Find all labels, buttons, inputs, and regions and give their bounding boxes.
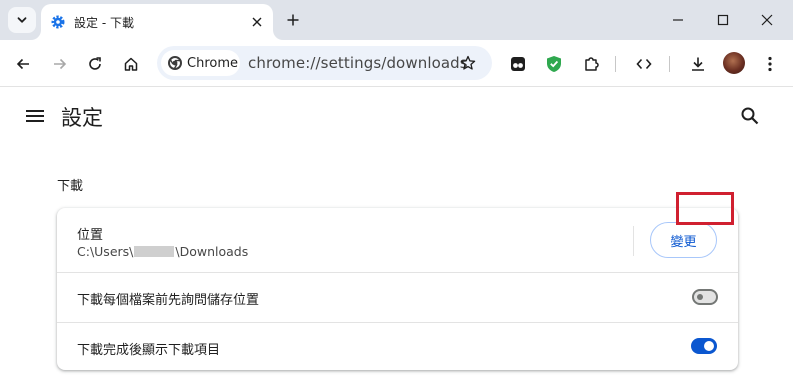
highlight-annotation bbox=[676, 192, 734, 225]
forward-button[interactable] bbox=[46, 50, 74, 78]
ask-location-toggle[interactable] bbox=[692, 289, 718, 305]
maximize-button[interactable] bbox=[709, 6, 737, 34]
close-icon bbox=[761, 14, 773, 26]
chrome-menu-button[interactable] bbox=[756, 50, 784, 78]
show-downloads-toggle[interactable] bbox=[691, 338, 717, 354]
path-suffix: \Downloads bbox=[175, 244, 249, 259]
reload-icon bbox=[89, 57, 101, 70]
tab-title: 設定 - 下載 bbox=[74, 16, 134, 30]
browser-toolbar: Chrome chrome://settings/downloads bbox=[0, 40, 793, 87]
chrome-logo-icon bbox=[168, 56, 182, 70]
address-bar[interactable]: Chrome chrome://settings/downloads bbox=[157, 46, 492, 80]
download-icon bbox=[692, 57, 704, 71]
page-title: 設定 bbox=[61, 106, 103, 130]
show-downloads-row[interactable]: 下載完成後顯示下載項目 bbox=[57, 323, 738, 370]
location-path: C:\Users\ \Downloads bbox=[77, 244, 248, 259]
row-separator bbox=[633, 226, 634, 256]
hamburger-menu-icon[interactable] bbox=[24, 106, 46, 126]
active-tab[interactable]: 設定 - 下載 bbox=[41, 4, 273, 40]
tampermonkey-icon bbox=[511, 57, 525, 71]
toggle-knob bbox=[704, 341, 714, 351]
search-icon[interactable] bbox=[739, 105, 761, 127]
more-vertical-icon bbox=[768, 56, 772, 72]
back-button[interactable] bbox=[9, 50, 37, 78]
minimize-button[interactable] bbox=[664, 6, 692, 34]
location-label: 位置 bbox=[77, 228, 104, 243]
extensions-button[interactable] bbox=[577, 50, 605, 78]
extension-shield-button[interactable] bbox=[540, 50, 568, 78]
gear-icon bbox=[51, 15, 65, 29]
extension-tampermonkey-button[interactable] bbox=[504, 50, 532, 78]
home-icon bbox=[124, 57, 138, 71]
star-icon bbox=[460, 55, 476, 70]
settings-page: 設定 下載 位置 C:\Users\ \Downloads 變更 下載每個檔案前先… bbox=[0, 88, 793, 388]
ask-location-label: 下載每個檔案前先詢問儲存位置 bbox=[77, 293, 260, 308]
arrow-left-icon bbox=[16, 58, 29, 70]
downloads-settings-card: 位置 C:\Users\ \Downloads 變更 下載每個檔案前先詢問儲存位置… bbox=[57, 208, 738, 370]
developer-tools-button[interactable] bbox=[630, 50, 658, 78]
code-icon bbox=[636, 58, 652, 70]
shield-icon bbox=[547, 56, 561, 72]
toolbar-divider bbox=[669, 56, 670, 72]
tab-close-button[interactable] bbox=[248, 13, 266, 31]
arrow-right-icon bbox=[54, 58, 67, 70]
downloads-button[interactable] bbox=[684, 50, 712, 78]
maximize-icon bbox=[717, 14, 729, 26]
location-row: 位置 C:\Users\ \Downloads 變更 bbox=[57, 208, 738, 272]
close-icon bbox=[252, 17, 262, 27]
reload-button[interactable] bbox=[81, 50, 109, 78]
redacted-username bbox=[134, 246, 175, 257]
ask-location-row[interactable]: 下載每個檔案前先詢問儲存位置 bbox=[57, 273, 738, 322]
plus-icon bbox=[287, 14, 299, 26]
change-location-button[interactable]: 變更 bbox=[650, 222, 717, 258]
chevron-down-icon bbox=[17, 17, 27, 23]
home-button[interactable] bbox=[117, 50, 145, 78]
show-downloads-label: 下載完成後顯示下載項目 bbox=[77, 343, 221, 358]
new-tab-button[interactable] bbox=[282, 9, 304, 31]
path-prefix: C:\Users\ bbox=[77, 244, 134, 259]
close-window-button[interactable] bbox=[753, 6, 781, 34]
url-text[interactable]: chrome://settings/downloads bbox=[248, 54, 468, 72]
bookmark-button[interactable] bbox=[457, 52, 479, 74]
section-title: 下載 bbox=[57, 179, 84, 194]
site-chip-label: Chrome bbox=[187, 55, 238, 71]
toggle-knob bbox=[697, 294, 703, 300]
toolbar-divider bbox=[615, 56, 616, 72]
site-info-chip[interactable]: Chrome bbox=[161, 50, 240, 76]
tab-strip: 設定 - 下載 bbox=[0, 0, 793, 40]
profile-avatar[interactable] bbox=[723, 52, 745, 74]
minimize-icon bbox=[673, 19, 683, 21]
puzzle-icon bbox=[585, 57, 599, 71]
